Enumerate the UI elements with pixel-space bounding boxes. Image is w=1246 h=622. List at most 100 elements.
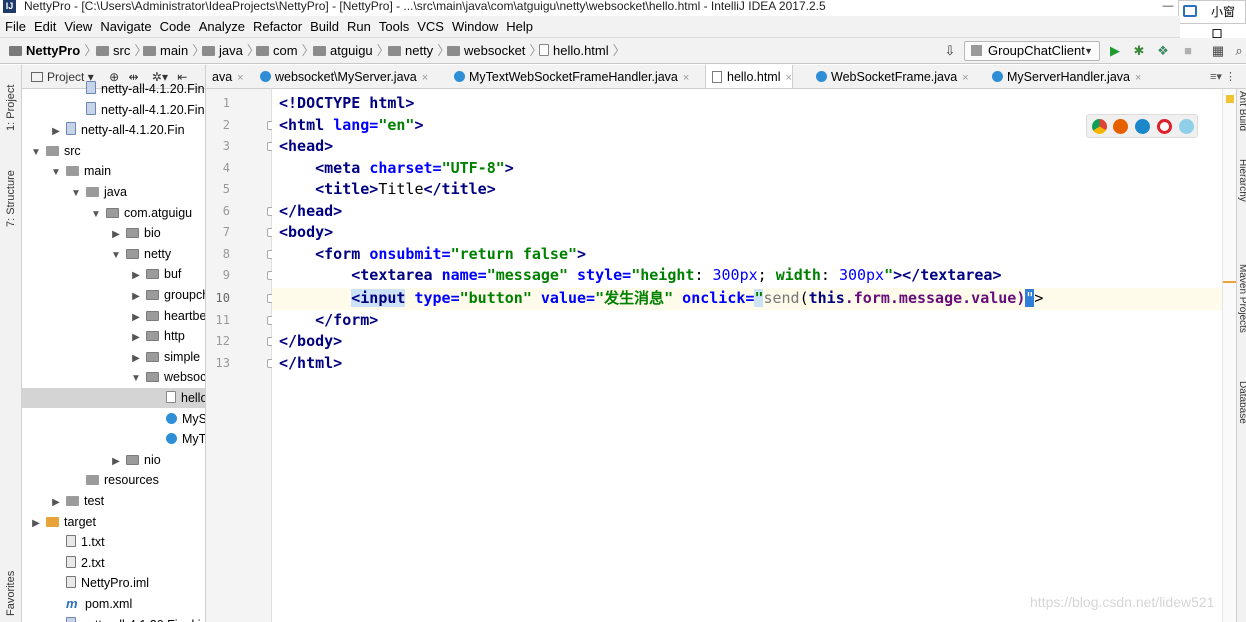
run-configuration-select[interactable]: GroupChatClient ▼: [964, 41, 1100, 61]
run-icon[interactable]: ▶: [1107, 43, 1123, 59]
tab-overflow-icon[interactable]: ≡▾ ⋮: [1210, 65, 1236, 88]
tree-item[interactable]: ▼ main: [22, 161, 205, 181]
tree-item[interactable]: ▶ nio: [22, 450, 205, 470]
expanded-arrow-icon[interactable]: ▼: [90, 205, 102, 223]
collapsed-arrow-icon[interactable]: ▶: [30, 514, 42, 532]
expanded-arrow-icon[interactable]: ▼: [30, 143, 42, 161]
tab-database[interactable]: Database: [1237, 381, 1246, 446]
tree-item[interactable]: MyServer: [22, 409, 205, 429]
menu-file[interactable]: File: [0, 16, 30, 38]
close-icon[interactable]: ×: [422, 72, 428, 84]
opera-icon[interactable]: [1157, 119, 1172, 134]
tree-item[interactable]: ▼ java: [22, 182, 205, 202]
breadcrumb-com[interactable]: com 〉: [256, 38, 315, 64]
editor-tab[interactable]: hello.html ×: [705, 65, 793, 88]
stop-icon[interactable]: ■: [1180, 43, 1196, 59]
tree-item[interactable]: NettyPro.iml: [22, 573, 205, 593]
debug-icon[interactable]: ✱: [1131, 43, 1147, 59]
tab-project[interactable]: 1: Project: [2, 73, 20, 143]
menu-window[interactable]: Window: [448, 16, 502, 38]
breadcrumb-main[interactable]: main 〉: [143, 38, 205, 64]
collapsed-arrow-icon[interactable]: ▶: [110, 452, 122, 470]
collapsed-arrow-icon[interactable]: ▶: [130, 308, 142, 326]
warning-marker-icon[interactable]: [1226, 95, 1234, 103]
menu-view[interactable]: View: [60, 16, 96, 38]
code-editor[interactable]: <!DOCTYPE html> <html lang="en"> <head> …: [272, 89, 1222, 622]
tree-item[interactable]: ▶ test: [22, 491, 205, 511]
menu-vcs[interactable]: VCS: [413, 16, 448, 38]
menu-tools[interactable]: Tools: [375, 16, 413, 38]
expanded-arrow-icon[interactable]: ▼: [130, 369, 142, 387]
menu-navigate[interactable]: Navigate: [96, 16, 155, 38]
breadcrumb-websocket[interactable]: websocket 〉: [447, 38, 542, 64]
tree-item[interactable]: resources: [22, 470, 205, 490]
safari-icon[interactable]: [1135, 119, 1150, 134]
expanded-arrow-icon[interactable]: ▼: [50, 163, 62, 181]
breadcrumb-netty[interactable]: netty 〉: [388, 38, 450, 64]
expanded-arrow-icon[interactable]: ▼: [70, 184, 82, 202]
internet-explorer-icon[interactable]: [1179, 119, 1194, 134]
tree-item[interactable]: MyTextWebSocketFrameHandler: [22, 429, 205, 449]
menu-edit[interactable]: Edit: [30, 16, 60, 38]
collapsed-arrow-icon[interactable]: ▶: [130, 349, 142, 367]
minimize-button[interactable]: —: [1160, 0, 1176, 13]
tree-item[interactable]: ▶ target: [22, 512, 205, 532]
change-marker[interactable]: [1223, 281, 1237, 283]
chrome-icon[interactable]: [1092, 119, 1107, 134]
collapsed-arrow-icon[interactable]: ▶: [50, 122, 62, 140]
tree-item[interactable]: ▼ src: [22, 141, 205, 161]
expanded-arrow-icon[interactable]: ▼: [110, 246, 122, 264]
tree-item[interactable]: 1.txt: [22, 532, 205, 552]
tree-item[interactable]: ▶ netty-all-4.1.20.Fin: [22, 120, 205, 140]
editor-tab[interactable]: websocket\MyServer.java ×: [254, 65, 428, 88]
tree-item[interactable]: ▼ websocket: [22, 367, 205, 387]
tree-item[interactable]: 2.txt: [22, 553, 205, 573]
collapsed-arrow-icon[interactable]: ▶: [50, 493, 62, 511]
tree-item[interactable]: m pom.xml: [22, 594, 205, 614]
tab-hierarchy[interactable]: Hierarchy: [1237, 159, 1246, 239]
editor-tab[interactable]: WebSocketFrame.java ×: [810, 65, 969, 88]
menu-refactor[interactable]: Refactor: [249, 16, 306, 38]
editor-tab[interactable]: ava ×: [206, 65, 244, 88]
tree-item[interactable]: hello.html: [22, 388, 205, 408]
breadcrumb-java[interactable]: java 〉: [202, 38, 260, 64]
collapsed-arrow-icon[interactable]: ▶: [130, 328, 142, 346]
close-icon[interactable]: ×: [786, 72, 792, 84]
close-icon[interactable]: ×: [683, 72, 689, 84]
menu-help[interactable]: Help: [502, 16, 537, 38]
tree-item[interactable]: ▶ buf: [22, 264, 205, 284]
breadcrumb-atguigu[interactable]: atguigu 〉: [313, 38, 390, 64]
collapsed-arrow-icon[interactable]: ▶: [130, 287, 142, 305]
editor-tab[interactable]: MyTextWebSocketFrameHandler.java ×: [448, 65, 689, 88]
menu-run[interactable]: Run: [343, 16, 375, 38]
project-structure-icon[interactable]: ▦: [1210, 43, 1226, 59]
tab-structure[interactable]: 7: Structure: [2, 159, 20, 239]
breadcrumb-hello-html[interactable]: hello.html 〉: [539, 38, 626, 64]
tree-item[interactable]: ▼ netty: [22, 244, 205, 264]
tree-item[interactable]: netty-all-4.1.20.Final.jar: [22, 615, 205, 622]
build-project-icon[interactable]: ⇩: [942, 43, 958, 59]
tree-item[interactable]: ▶ heartbeat: [22, 306, 205, 326]
firefox-icon[interactable]: [1113, 119, 1128, 134]
breadcrumb-project[interactable]: NettyPro 〉: [9, 38, 97, 64]
search-icon[interactable]: ⌕: [1231, 43, 1246, 59]
tree-item[interactable]: ▶ bio: [22, 223, 205, 243]
editor-tab[interactable]: MyServerHandler.java ×: [986, 65, 1141, 88]
menu-build[interactable]: Build: [306, 16, 343, 38]
collapsed-arrow-icon[interactable]: ▶: [110, 225, 122, 243]
tab-favorites[interactable]: Favorites: [2, 565, 20, 622]
close-icon[interactable]: ×: [237, 72, 243, 84]
close-icon[interactable]: ×: [962, 72, 968, 84]
tree-item[interactable]: netty-all-4.1.20.Fin: [22, 100, 205, 120]
tree-item[interactable]: ▶ simple: [22, 347, 205, 367]
tree-item[interactable]: ▼ com.atguigu: [22, 203, 205, 223]
collapsed-arrow-icon[interactable]: ▶: [130, 266, 142, 284]
tree-item[interactable]: netty-all-4.1.20.Fin: [22, 79, 205, 99]
tab-ant-build[interactable]: Ant Build: [1237, 91, 1246, 141]
tree-item[interactable]: ▶ groupchat: [22, 285, 205, 305]
breadcrumb-src[interactable]: src 〉: [96, 38, 147, 64]
menu-code[interactable]: Code: [156, 16, 195, 38]
close-icon[interactable]: ×: [1135, 72, 1141, 84]
tab-maven-projects[interactable]: Maven Projects: [1237, 264, 1246, 359]
run-with-coverage-icon[interactable]: ❖: [1155, 43, 1171, 59]
